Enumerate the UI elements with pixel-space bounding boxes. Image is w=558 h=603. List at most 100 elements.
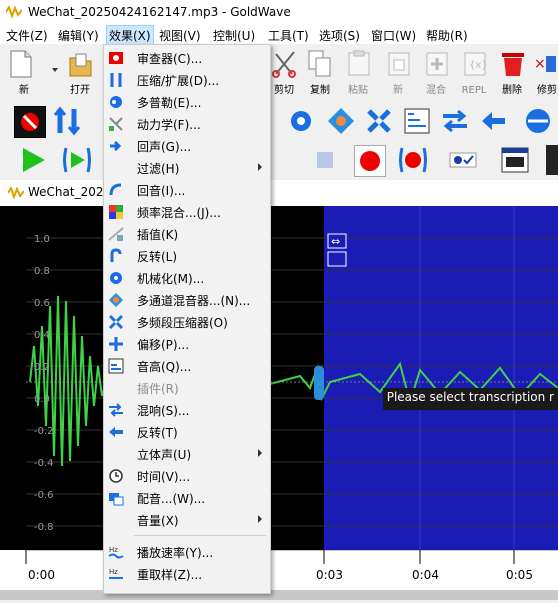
menu-item-label: 音高(Q)... — [137, 360, 192, 374]
new-button[interactable]: 新 — [6, 46, 58, 98]
menu-window[interactable]: 窗口(W) — [371, 27, 416, 44]
menu-item-mechanize[interactable]: 机械化(M)... — [104, 267, 270, 289]
submenu-arrow-icon — [258, 515, 262, 523]
multichannel-mixer-icon — [109, 293, 123, 307]
selection-region — [324, 206, 558, 550]
stop-sign-button[interactable] — [14, 106, 46, 138]
levels-button[interactable] — [546, 145, 558, 175]
offset-button[interactable] — [402, 106, 432, 136]
multiband-button[interactable] — [364, 106, 394, 136]
menu-view[interactable]: 视图(V) — [159, 27, 201, 44]
play-selection-button[interactable] — [62, 145, 92, 175]
open-button[interactable]: 打开 — [62, 46, 98, 98]
y-label: -0.2 — [34, 426, 54, 437]
menu-effects[interactable]: 效果(X) — [106, 25, 154, 46]
time-ruler[interactable] — [0, 549, 558, 600]
menu-item-filter[interactable]: 过滤(H) — [104, 157, 270, 179]
menu-help[interactable]: 帮助(R) — [426, 27, 468, 44]
svg-text:⇔: ⇔ — [331, 235, 340, 248]
menu-item-label: 频率混合...(J)... — [137, 206, 221, 220]
menu-item-label: 压缩/扩展(D)... — [137, 74, 220, 88]
record-button[interactable] — [354, 145, 386, 177]
monitor-button[interactable] — [448, 145, 478, 175]
menu-item-plugins[interactable]: 插件(R) — [104, 377, 270, 399]
menu-item-reverb-mix[interactable]: 混响(S)... — [104, 399, 270, 421]
menu-item-stereo[interactable]: 立体声(U) — [104, 443, 270, 465]
svg-text:×: × — [534, 56, 546, 72]
menu-item-time[interactable]: 时间(V)... — [104, 465, 270, 487]
pitch-button[interactable] — [440, 106, 470, 136]
delete-button[interactable]: 删除 — [494, 46, 530, 98]
paste-new-button[interactable]: 新 — [380, 46, 416, 98]
trim-button[interactable]: × 修剪 — [532, 46, 558, 98]
mechanize-button[interactable] — [286, 106, 316, 136]
monitor-icon — [449, 152, 477, 168]
menu-item-echo[interactable]: 回声(G)... — [104, 135, 270, 157]
reverse-button[interactable] — [478, 106, 508, 136]
menu-item-frequency-mix[interactable]: 频率混合...(J)... — [104, 201, 270, 223]
menu-item-doppler[interactable]: 多普勒(E)... — [104, 91, 270, 113]
menu-tools[interactable]: 工具(T) — [268, 27, 309, 44]
goldwave-app-icon — [6, 6, 22, 18]
waveform-view[interactable]: ⇔ — [0, 206, 558, 550]
control-window-button[interactable] — [500, 145, 530, 175]
trim-label: 修剪 — [537, 85, 557, 96]
stereo-button[interactable] — [516, 106, 558, 136]
menu-edit[interactable]: 编辑(Y) — [58, 27, 99, 44]
trash-icon — [502, 53, 524, 76]
menu-item-interpolate[interactable]: 插值(K) — [104, 223, 270, 245]
echo-icon — [110, 140, 122, 152]
paste-button[interactable]: 粘贴 — [340, 46, 376, 98]
doppler-icon — [110, 96, 122, 108]
open-folder-icon — [69, 53, 92, 77]
menu-item-offset[interactable]: 偏移(P)... — [104, 333, 270, 355]
cut-button[interactable]: 剪切 — [266, 46, 302, 98]
menu-item-dynamics[interactable]: 动力学(F)... — [104, 113, 270, 135]
menu-item-resample[interactable]: Hz 重取样(Z)... — [104, 563, 270, 585]
menu-item-label: 混响(S)... — [137, 404, 190, 418]
menu-item-voice-over[interactable]: 配音...(W)... — [104, 487, 270, 509]
mix-label: 混合 — [426, 85, 446, 96]
replace-button[interactable]: {x} REPL — [456, 46, 492, 98]
y-label: 0.2 — [34, 362, 50, 373]
reverb-icon — [109, 183, 122, 196]
reverse-icon — [109, 427, 123, 437]
left-arrow-icon — [482, 112, 505, 130]
mix-button[interactable]: 混合 — [418, 46, 454, 98]
menu-item-volume[interactable]: 音量(X) — [104, 509, 270, 531]
cut-label: 剪切 — [274, 85, 294, 96]
menu-file[interactable]: 文件(Z) — [6, 27, 48, 44]
pause-button[interactable] — [310, 145, 340, 175]
menu-item-inspector[interactable]: 审查器(C)... — [104, 47, 270, 69]
menu-item-reverse[interactable]: 反转(T) — [104, 421, 270, 443]
menu-item-playback-rate[interactable]: Hz 播放速率(Y)... — [104, 541, 270, 563]
record-selection-button[interactable] — [398, 145, 428, 175]
menu-item-label: 插件(R) — [137, 382, 179, 396]
copy-button[interactable]: 复制 — [302, 46, 338, 98]
interpolate-icon — [108, 227, 124, 241]
menu-item-compress-expand[interactable]: 压缩/扩展(D)... — [104, 69, 270, 91]
menu-options[interactable]: 选项(S) — [319, 27, 360, 44]
y-label: -0.8 — [34, 522, 54, 533]
menu-item-invert[interactable]: 反转(L) — [104, 245, 270, 267]
multichannel-button[interactable] — [326, 106, 356, 136]
menu-control[interactable]: 控制(U) — [213, 27, 255, 44]
play-button[interactable] — [18, 145, 48, 175]
compress-expand-icon — [110, 73, 122, 87]
compress-button[interactable] — [52, 106, 82, 136]
menu-item-pitch[interactable]: 音高(Q)... — [104, 355, 270, 377]
window-title: WeChat_20250424162147.mp3 - GoldWave — [28, 5, 291, 19]
multiband-icon — [367, 109, 391, 133]
time-label: 0:04 — [412, 568, 439, 582]
y-label: 0.6 — [34, 298, 50, 309]
menu-item-multiband-compressor[interactable]: 多频段压缩器(O) — [104, 311, 270, 333]
svg-text:Hz: Hz — [109, 568, 118, 576]
menu-item-multichannel-mixer[interactable]: 多通道混音器...(N)... — [104, 289, 270, 311]
dynamics-icon — [109, 117, 123, 131]
document-title-bar: WeChat_2025 — [0, 180, 558, 204]
reverb-mix-icon — [109, 403, 123, 417]
svg-text:Hz: Hz — [109, 546, 118, 554]
menu-item-reverb[interactable]: 回音(I)... — [104, 179, 270, 201]
control-toolbar — [0, 142, 558, 178]
menu-item-label: 插值(K) — [137, 228, 179, 242]
